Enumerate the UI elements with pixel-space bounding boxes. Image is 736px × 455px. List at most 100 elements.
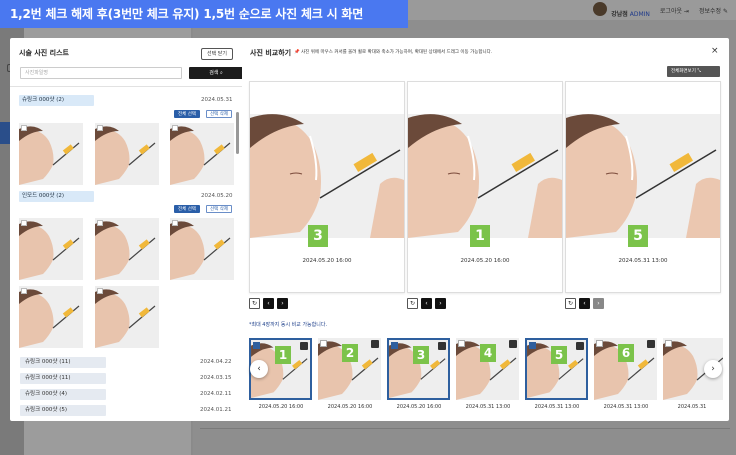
user-profile[interactable]: 강남점 ADMIN xyxy=(593,2,650,18)
checkbox[interactable] xyxy=(97,288,103,294)
order-badge: 5 xyxy=(551,346,567,364)
photo-thumbnail[interactable] xyxy=(95,123,159,185)
photo-thumbnail[interactable] xyxy=(19,123,83,185)
user-info: 강남점 ADMIN 로그아웃 ⇥ 정보수정 ✎ xyxy=(593,2,728,18)
checkbox[interactable] xyxy=(529,342,536,349)
checkbox[interactable] xyxy=(21,220,27,226)
divider xyxy=(200,428,730,429)
face-photo xyxy=(95,286,159,348)
photo-thumbnail[interactable] xyxy=(170,218,234,280)
delete-icon[interactable] xyxy=(576,342,584,350)
list-item[interactable]: 슈링크 000샷 (4) xyxy=(20,389,106,400)
select-all-button[interactable]: 전체 선택 xyxy=(174,110,200,118)
search-input[interactable]: 사진파일명 xyxy=(20,67,182,79)
strip-next-button[interactable]: › xyxy=(704,360,722,378)
face-photo xyxy=(408,114,562,238)
checkbox[interactable] xyxy=(253,342,260,349)
checkbox[interactable] xyxy=(320,340,327,347)
face-photo xyxy=(250,114,404,238)
strip-date: 2024.05.20 16:00 xyxy=(327,404,373,410)
strip-date: 2024.05.31 13:00 xyxy=(465,404,511,410)
avatar xyxy=(593,2,608,16)
strip-date: 2024.05.31 xyxy=(677,404,707,410)
move-right-button[interactable]: › xyxy=(593,298,604,309)
list-item[interactable]: 슈링크 000샷 (11) xyxy=(20,373,106,384)
edit-icon: ✎ xyxy=(722,7,728,15)
compare-photo[interactable] xyxy=(566,114,720,238)
photo-compare-panel: 사진 비교하기 📌 사진 위에 마우스 커서를 올려 휠로 확대와 축소가 가능… xyxy=(242,38,729,421)
checkbox[interactable] xyxy=(21,125,27,131)
checkbox[interactable] xyxy=(391,342,398,349)
compare-photo[interactable] xyxy=(408,114,562,238)
delete-icon[interactable] xyxy=(509,340,517,348)
strip-thumbnail[interactable]: 2 xyxy=(318,338,381,400)
group-label[interactable]: 슈링크 000샷 (2) xyxy=(19,95,94,106)
order-badge: 1 xyxy=(470,225,490,247)
card-controls: ↻ ‹ › xyxy=(249,298,288,309)
face-photo xyxy=(95,218,159,280)
photo-thumbnail[interactable] xyxy=(95,286,159,348)
photo-thumbnail[interactable] xyxy=(170,123,234,185)
delete-icon[interactable] xyxy=(647,340,655,348)
delete-selected-button[interactable]: 선택 삭제 xyxy=(206,205,232,213)
order-badge: 3 xyxy=(413,346,429,364)
fullscreen-button[interactable]: 전체화면보기 ⤡ xyxy=(667,66,720,77)
list-date: 2024.02.11 xyxy=(200,391,232,397)
compare-card: 5 2024.05.31 13:00 xyxy=(565,81,721,293)
compare-photo[interactable] xyxy=(250,114,404,238)
search-button[interactable]: 검색 ⌕ xyxy=(189,67,243,79)
close-selection-button[interactable]: 선택 닫기 xyxy=(201,48,233,60)
delete-icon[interactable] xyxy=(300,342,308,350)
delete-icon[interactable] xyxy=(438,342,446,350)
move-right-button[interactable]: › xyxy=(435,298,446,309)
checkbox[interactable] xyxy=(665,340,672,347)
reset-icon[interactable]: ↻ xyxy=(565,298,576,309)
checkbox[interactable] xyxy=(21,288,27,294)
reset-icon[interactable]: ↻ xyxy=(249,298,260,309)
checkbox[interactable] xyxy=(172,220,178,226)
checkbox[interactable] xyxy=(596,340,603,347)
checkbox[interactable] xyxy=(458,340,465,347)
delete-icon[interactable] xyxy=(371,340,379,348)
strip-thumbnail[interactable]: 5 xyxy=(525,338,588,400)
list-item[interactable]: 슈링크 000샷 (11) xyxy=(20,357,106,368)
logout-link[interactable]: 로그아웃 ⇥ xyxy=(660,6,689,15)
select-all-button[interactable]: 전체 선택 xyxy=(174,205,200,213)
close-icon[interactable]: × xyxy=(711,46,719,56)
strip-thumbnail[interactable]: 3 xyxy=(387,338,450,400)
profile-edit-link[interactable]: 정보수정 ✎ xyxy=(699,6,728,15)
user-name: 강남점 xyxy=(611,11,628,18)
max-compare-note: *최대 4장까지 동시 비교 가능합니다. xyxy=(249,322,328,328)
strip-prev-button[interactable]: ‹ xyxy=(250,360,268,378)
checkbox[interactable] xyxy=(172,125,178,131)
photo-thumbnail[interactable] xyxy=(95,218,159,280)
list-item[interactable]: 슈링크 000샷 (5) xyxy=(20,405,106,416)
move-right-button[interactable]: › xyxy=(277,298,288,309)
photo-date: 2024.05.31 13:00 xyxy=(618,258,668,264)
checkbox[interactable] xyxy=(97,220,103,226)
card-controls: ↻ ‹ › xyxy=(565,298,604,309)
photo-date: 2024.05.20 16:00 xyxy=(460,258,510,264)
help-note: 📌 사진 위에 마우스 커서를 올려 휠로 확대와 축소가 가능하며, 확대된 … xyxy=(294,50,493,55)
list-date: 2024.01.21 xyxy=(200,407,232,413)
move-left-button[interactable]: ‹ xyxy=(421,298,432,309)
photo-thumbnail[interactable] xyxy=(19,218,83,280)
move-left-button[interactable]: ‹ xyxy=(263,298,274,309)
compare-card: 1 2024.05.20 16:00 xyxy=(407,81,563,293)
face-photo xyxy=(19,286,83,348)
strip-thumbnail[interactable]: 4 xyxy=(456,338,519,400)
strip-thumbnail[interactable]: 6 xyxy=(594,338,657,400)
user-role: ADMIN xyxy=(629,11,650,18)
photo-thumbnail[interactable] xyxy=(19,286,83,348)
expand-icon: ⤡ xyxy=(697,69,701,74)
reset-icon[interactable]: ↻ xyxy=(407,298,418,309)
order-badge: 1 xyxy=(275,346,291,364)
delete-selected-button[interactable]: 선택 삭제 xyxy=(206,110,232,118)
strip-date: 2024.05.20 16:00 xyxy=(396,404,442,410)
scrollbar[interactable] xyxy=(236,112,239,154)
instruction-banner: 1,2번 체크 해제 후(3번만 체크 유지) 1,5번 순으로 사진 체크 시… xyxy=(0,0,408,28)
checkbox[interactable] xyxy=(97,125,103,131)
move-left-button[interactable]: ‹ xyxy=(579,298,590,309)
group-label[interactable]: 인모드 000샷 (2) xyxy=(19,191,94,202)
panel-title: 사진 비교하기 xyxy=(250,49,292,57)
